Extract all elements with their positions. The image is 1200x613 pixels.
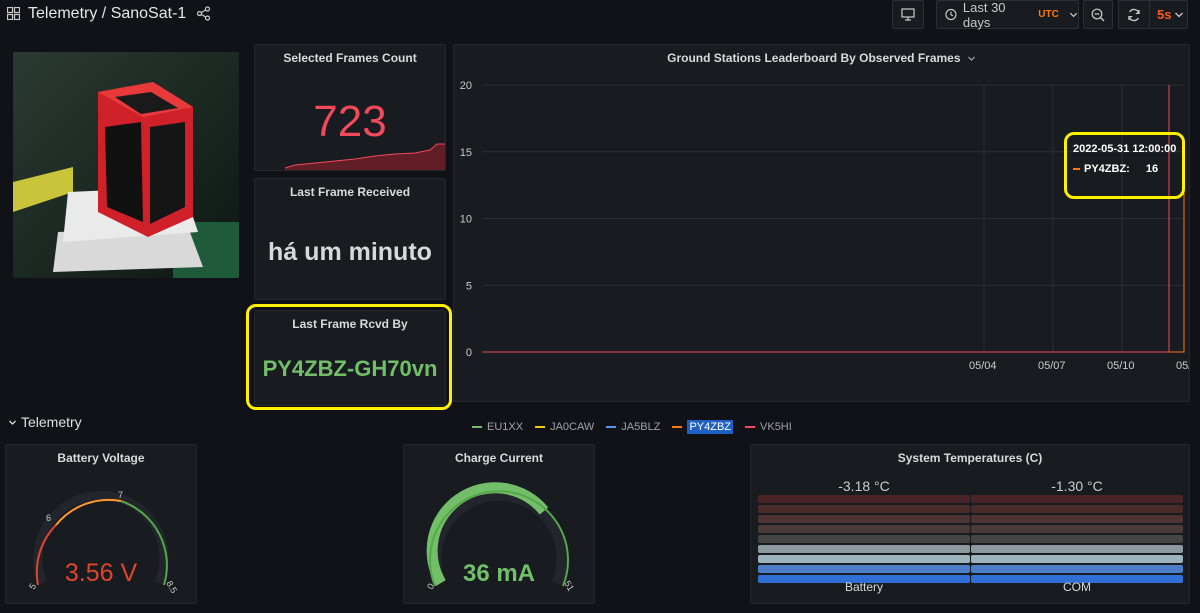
y-tick-label: 10 — [460, 214, 472, 226]
row-title: Telemetry — [21, 414, 82, 430]
legend-item-ja0caw[interactable]: JA0CAW — [535, 420, 594, 434]
temp-bar-segment — [758, 495, 970, 503]
leaderboard-panel: Ground Stations Leaderboard By Observed … — [453, 44, 1190, 434]
battery-gauge: 5 6 7 8.5 3.56 V — [27, 490, 179, 595]
x-tick-label: 05/10 — [1107, 360, 1135, 372]
annotation-highlight — [1064, 132, 1185, 199]
chevron-down-icon — [9, 420, 16, 425]
legend-label: PY4ZBZ — [687, 420, 734, 434]
legend-label: JA0CAW — [550, 421, 595, 433]
temp-bar-segment — [971, 525, 1183, 533]
temp-bar-segment — [758, 515, 970, 523]
zoom-out-icon — [1091, 8, 1105, 21]
com-temp-value: -1.30 °C — [1051, 478, 1103, 494]
panel-title: Last Frame Received — [289, 185, 411, 199]
top-navbar: Telemetry / SanoSat-1 Last 30 days UTC 5… — [0, 0, 1200, 30]
system-temperatures-panel: System Temperatures (C) -3.18 °C -1.30 °… — [750, 444, 1190, 604]
legend-item-ja5blz[interactable]: JA5BLZ — [606, 420, 660, 434]
battery-temp-bar — [758, 495, 970, 585]
temp-bar-segment — [971, 495, 1183, 503]
share-icon[interactable] — [196, 6, 211, 21]
time-range-label: Last 30 days — [962, 0, 1006, 30]
gauge-threshold-label: 7 — [118, 490, 123, 500]
y-tick-label: 15 — [460, 147, 472, 159]
chevron-down-icon — [1175, 12, 1184, 17]
temp-bar-segment — [758, 535, 970, 543]
selected-frames-count-panel: Selected Frames Count 723 — [254, 44, 446, 171]
dashboard-title[interactable]: Telemetry / SanoSat-1 — [28, 5, 186, 23]
charge-current-panel: Charge Current 0 51 36 mA — [403, 444, 595, 604]
legend-swatch — [535, 426, 546, 428]
chart-legend: EU1XX JA0CAW JA5BLZ PY4ZBZ VK5HI — [472, 420, 792, 434]
temp-bar-segment — [758, 565, 970, 573]
time-range-picker[interactable]: Last 30 days UTC — [936, 0, 1079, 30]
refresh-interval-value: 5s — [1157, 7, 1172, 22]
battery-temp-value: -3.18 °C — [838, 478, 890, 494]
y-tick-label: 0 — [466, 347, 472, 359]
charge-current-value: 36 mA — [463, 560, 535, 587]
gauge-threshold-label: 6 — [46, 513, 51, 523]
timezone-label: UTC — [1038, 9, 1059, 20]
legend-swatch — [606, 426, 617, 428]
gauge-max-label: 8.5 — [164, 579, 179, 595]
last-frame-received-panel: Last Frame Received há um minuto — [254, 178, 446, 300]
charge-gauge: 0 51 36 mA — [425, 482, 576, 593]
legend-label: JA5BLZ — [621, 421, 661, 433]
temp-bar-segment — [971, 555, 1183, 563]
sparkline — [284, 143, 445, 170]
x-tick-label: 05/13 — [1176, 360, 1189, 372]
legend-swatch — [472, 426, 482, 428]
legend-item-py4zbz[interactable]: PY4ZBZ — [672, 420, 734, 434]
temp-bar-segment — [971, 535, 1183, 543]
last-frame-received-value: há um minuto — [268, 238, 432, 266]
temp-bar-segment — [758, 555, 970, 563]
legend-item-eu1xx[interactable]: EU1XX — [472, 420, 523, 434]
x-tick-label: 05/04 — [969, 360, 997, 372]
com-temp-label: COM — [1063, 580, 1091, 594]
panel-title: Selected Frames Count — [283, 51, 417, 65]
temp-bar-segment — [971, 565, 1183, 573]
cubesat-photo — [13, 52, 239, 278]
refresh-icon[interactable] — [1127, 8, 1141, 22]
cycle-view-mode-button[interactable] — [892, 0, 924, 29]
temp-bar-segment — [758, 545, 970, 553]
temp-bar-segment — [971, 545, 1183, 553]
telemetry-row-header[interactable]: Telemetry — [8, 414, 82, 430]
legend-swatch — [672, 426, 683, 428]
leaderboard-chart[interactable]: 0510152005/0405/0705/1005/1305/1605/1905… — [454, 45, 1189, 401]
annotation-highlight — [246, 304, 452, 410]
battery-voltage-value: 3.56 V — [65, 559, 138, 587]
legend-label: EU1XX — [487, 421, 524, 433]
y-tick-label: 20 — [460, 80, 472, 92]
temp-bar-segment — [971, 515, 1183, 523]
battery-voltage-panel: Battery Voltage 5 6 7 8.5 3.56 V — [5, 444, 197, 604]
legend-item-vk5hi[interactable]: VK5HI — [745, 420, 792, 434]
temp-bar-segment — [758, 525, 970, 533]
dashboards-grid-icon[interactable] — [7, 7, 20, 20]
legend-label: VK5HI — [760, 421, 792, 433]
panel-title: System Temperatures (C) — [897, 451, 1043, 465]
chevron-down-icon — [1069, 12, 1078, 17]
temp-bar-segment — [971, 505, 1183, 513]
legend-swatch — [745, 426, 756, 428]
y-tick-label: 5 — [466, 280, 472, 292]
com-temp-bar — [971, 495, 1183, 585]
refresh-picker[interactable]: 5s — [1118, 0, 1188, 29]
zoom-out-button[interactable] — [1083, 0, 1113, 29]
x-tick-label: 05/07 — [1038, 360, 1066, 372]
gauge-min-label: 5 — [27, 582, 38, 591]
monitor-icon — [901, 8, 915, 21]
battery-temp-label: Battery — [844, 580, 883, 594]
clock-icon — [945, 8, 957, 21]
temp-bar-segment — [758, 505, 970, 513]
cubesat-illustration — [13, 52, 239, 278]
